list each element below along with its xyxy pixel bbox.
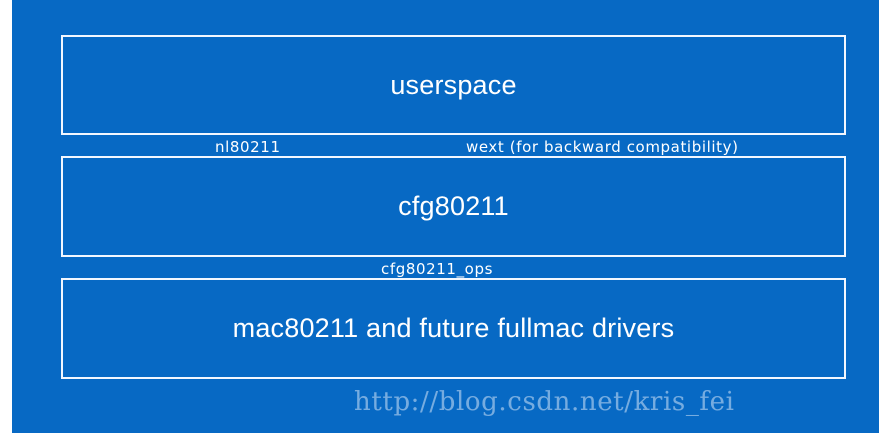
layer-mac80211-drivers-label: mac80211 and future fullmac drivers [232, 313, 675, 343]
interface-cfg80211-ops: cfg80211_ops [381, 260, 493, 278]
diagram-canvas: userspace nl80211 wext (for backward com… [0, 0, 879, 433]
interface-nl80211: nl80211 [215, 138, 281, 156]
layer-mac80211-drivers: mac80211 and future fullmac drivers [61, 278, 846, 379]
watermark-url: http://blog.csdn.net/kris_fei [354, 387, 735, 417]
diagram-panel: userspace nl80211 wext (for backward com… [12, 0, 879, 433]
layer-cfg80211: cfg80211 [61, 156, 846, 257]
layer-userspace-label: userspace [390, 69, 517, 100]
layer-userspace: userspace [61, 35, 846, 135]
interface-wext: wext (for backward compatibility) [466, 138, 739, 156]
layer-cfg80211-label: cfg80211 [398, 191, 509, 221]
